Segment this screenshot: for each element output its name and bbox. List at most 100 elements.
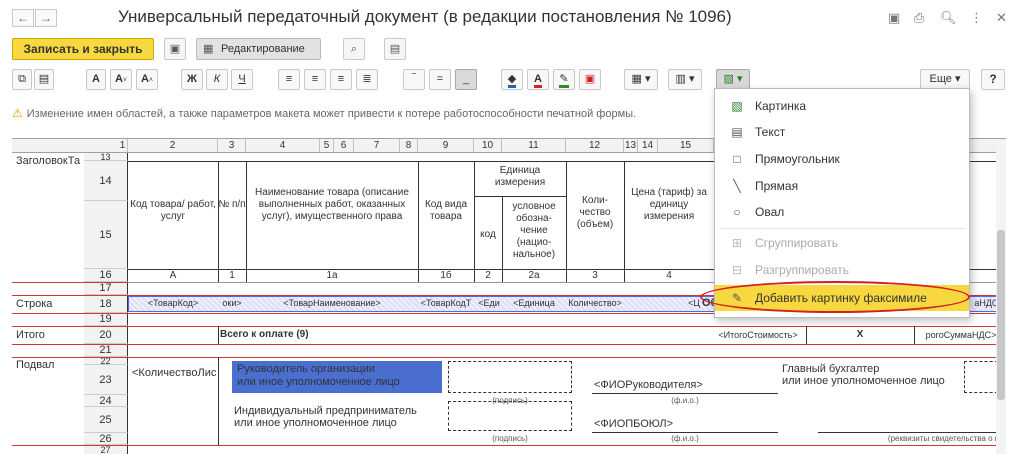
row-header[interactable]: 19 xyxy=(84,313,128,326)
col-index-cell[interactable]: 1 xyxy=(218,270,246,282)
row-header[interactable]: 20 xyxy=(84,326,128,344)
header-kind-code[interactable]: Код вида товара xyxy=(420,199,472,229)
scrollbar-thumb[interactable] xyxy=(997,230,1005,400)
menu-item-group[interactable]: ⊞ Сгруппировать xyxy=(715,230,969,256)
param-head-fio[interactable]: <ФИОРуководителя> xyxy=(594,379,734,393)
header-code[interactable]: Код товара/ работ, услуг xyxy=(130,199,216,239)
preview-button[interactable]: ⌕ xyxy=(343,38,365,60)
preview-icon[interactable]: 🔍︎ xyxy=(940,10,957,26)
borders-dropdown-button[interactable]: ▦ ▾ xyxy=(624,69,658,90)
row-header[interactable]: 15 xyxy=(84,201,128,269)
border-color-button[interactable]: ✎ xyxy=(553,69,575,90)
menu-item-picture[interactable]: ▧ Картинка xyxy=(715,93,969,119)
col-header[interactable]: 13 xyxy=(624,139,638,153)
clear-format-button[interactable]: ▣ xyxy=(579,69,601,90)
col-header[interactable]: 2 xyxy=(128,139,218,153)
menu-item-text[interactable]: ▤ Текст xyxy=(715,119,969,145)
col-index-cell[interactable]: 3 xyxy=(566,270,624,282)
row-header[interactable]: 16 xyxy=(84,269,128,282)
more-button[interactable]: Еще ▾ xyxy=(920,69,970,90)
valign-top-button[interactable]: ‾ xyxy=(403,69,425,90)
col-index-cell[interactable]: 2а xyxy=(502,270,566,282)
menu-item-oval[interactable]: ○ Овал xyxy=(715,199,969,225)
col-index-cell[interactable]: 4 xyxy=(624,270,714,282)
head-org-cell[interactable]: Руководитель организации или иное уполно… xyxy=(232,361,442,393)
table-dropdown-button[interactable]: ▥ ▾ xyxy=(668,69,702,90)
col-header[interactable]: 14 xyxy=(638,139,658,153)
entrepreneur-signature-frame[interactable] xyxy=(448,401,572,431)
close-icon[interactable]: ✕ xyxy=(996,10,1007,26)
col-header[interactable]: 15 xyxy=(658,139,714,153)
help-button[interactable]: ? xyxy=(981,69,1005,90)
header-num[interactable]: № п/п xyxy=(218,199,246,229)
col-header[interactable]: 12 xyxy=(566,139,624,153)
param-qty-lists[interactable]: <КоличествоЛис xyxy=(132,367,220,381)
header-unit-code[interactable]: код xyxy=(474,229,502,243)
menu-item-rectangle[interactable]: □ Прямоугольник xyxy=(715,146,969,172)
area-label-header[interactable]: ЗаголовокТа xyxy=(16,155,80,167)
bold-button[interactable]: Ж xyxy=(181,69,203,90)
col-index-cell[interactable]: 1а xyxy=(246,270,418,282)
back-button[interactable]: ← xyxy=(12,9,34,27)
menu-item-ungroup[interactable]: ⊟ Разгруппировать xyxy=(715,257,969,283)
param-total-vat[interactable]: рогоСуммаНДС> xyxy=(916,330,1006,342)
col-index-cell[interactable]: А xyxy=(128,270,218,282)
valign-middle-button[interactable]: = xyxy=(429,69,451,90)
header-unit-name[interactable]: условное обозна-чение (нацио-нальное) xyxy=(503,201,565,267)
font-increase-button[interactable]: A˄ xyxy=(136,69,158,90)
col-header[interactable]: 8 xyxy=(400,139,418,153)
row-header[interactable]: 27 xyxy=(84,445,128,454)
col-header[interactable]: 6 xyxy=(334,139,354,153)
row-header[interactable]: 25 xyxy=(84,407,128,433)
area-label-footer[interactable]: Подвал xyxy=(16,359,54,371)
col-header[interactable]: 1 xyxy=(118,139,128,153)
print-icon[interactable]: ⎙ xyxy=(914,10,924,26)
align-justify-button[interactable]: ≣ xyxy=(356,69,378,90)
param-ip-fio[interactable]: <ФИОПБОЮЛ> xyxy=(594,418,734,432)
row-header[interactable]: 22 xyxy=(84,357,128,366)
header-name[interactable]: Наименование товара (описание выполненны… xyxy=(248,187,416,247)
facsimile-signature-frame[interactable] xyxy=(448,361,572,393)
row-header[interactable]: 24 xyxy=(84,395,128,407)
vertical-scrollbar[interactable] xyxy=(996,140,1006,454)
param-lines[interactable]: оки> xyxy=(218,298,246,310)
row-header[interactable]: 26 xyxy=(84,433,128,445)
chief-accountant-label[interactable]: Главный бухгалтер или иное уполномоченно… xyxy=(782,363,962,391)
area-label-row[interactable]: Строка xyxy=(16,298,52,310)
col-header[interactable]: 5 xyxy=(320,139,334,153)
save-and-close-button[interactable]: Записать и закрыть xyxy=(12,38,154,60)
header-unit[interactable]: Единица измерения xyxy=(482,165,558,195)
align-right-button[interactable]: ≡ xyxy=(330,69,352,90)
row-header[interactable]: 14 xyxy=(84,161,128,201)
forward-button[interactable]: → xyxy=(35,9,57,27)
total-x[interactable]: X xyxy=(808,329,912,342)
entrepreneur-label[interactable]: Индивидуальный предприниматель или иное … xyxy=(234,405,446,433)
param-unit-name[interactable]: <Единица xyxy=(503,298,565,310)
col-index-cell[interactable]: 1б xyxy=(418,270,474,282)
total-label[interactable]: Всего к оплате (9) xyxy=(220,329,370,342)
menu-item-line[interactable]: ╲ Прямая xyxy=(715,173,969,199)
font-button[interactable]: A xyxy=(86,69,106,90)
area-label-total[interactable]: Итого xyxy=(16,329,45,341)
col-header[interactable]: 7 xyxy=(354,139,400,153)
col-header[interactable]: 11 xyxy=(502,139,566,153)
param-total-cost[interactable]: <ИтогоСтоимость> xyxy=(712,330,804,342)
row-header[interactable]: 13 xyxy=(84,153,128,162)
row-header[interactable]: 18 xyxy=(84,295,128,313)
header-price[interactable]: Цена (тариф) за единицу измерения xyxy=(628,187,710,243)
col-header[interactable]: 10 xyxy=(474,139,502,153)
row-header[interactable]: 17 xyxy=(84,282,128,295)
param-unit-code[interactable]: <Еди xyxy=(476,298,502,310)
text-color-button[interactable]: A xyxy=(527,69,549,90)
param-price[interactable]: <Ц xyxy=(684,298,704,310)
font-decrease-button[interactable]: A˅ xyxy=(110,69,132,90)
fill-color-button[interactable]: ◆ xyxy=(501,69,523,90)
valign-bottom-button[interactable]: _ xyxy=(455,69,477,90)
save-icon[interactable]: ▣ xyxy=(888,10,900,26)
underline-button[interactable]: Ч xyxy=(231,69,253,90)
align-center-button[interactable]: ≡ xyxy=(304,69,326,90)
col-index-cell[interactable]: 2 xyxy=(474,270,502,282)
align-left-button[interactable]: ≡ xyxy=(278,69,300,90)
param-tovar-kind[interactable]: <ТоварКодТ xyxy=(420,298,472,310)
more-vertical-icon[interactable]: ⋮ xyxy=(970,10,983,26)
